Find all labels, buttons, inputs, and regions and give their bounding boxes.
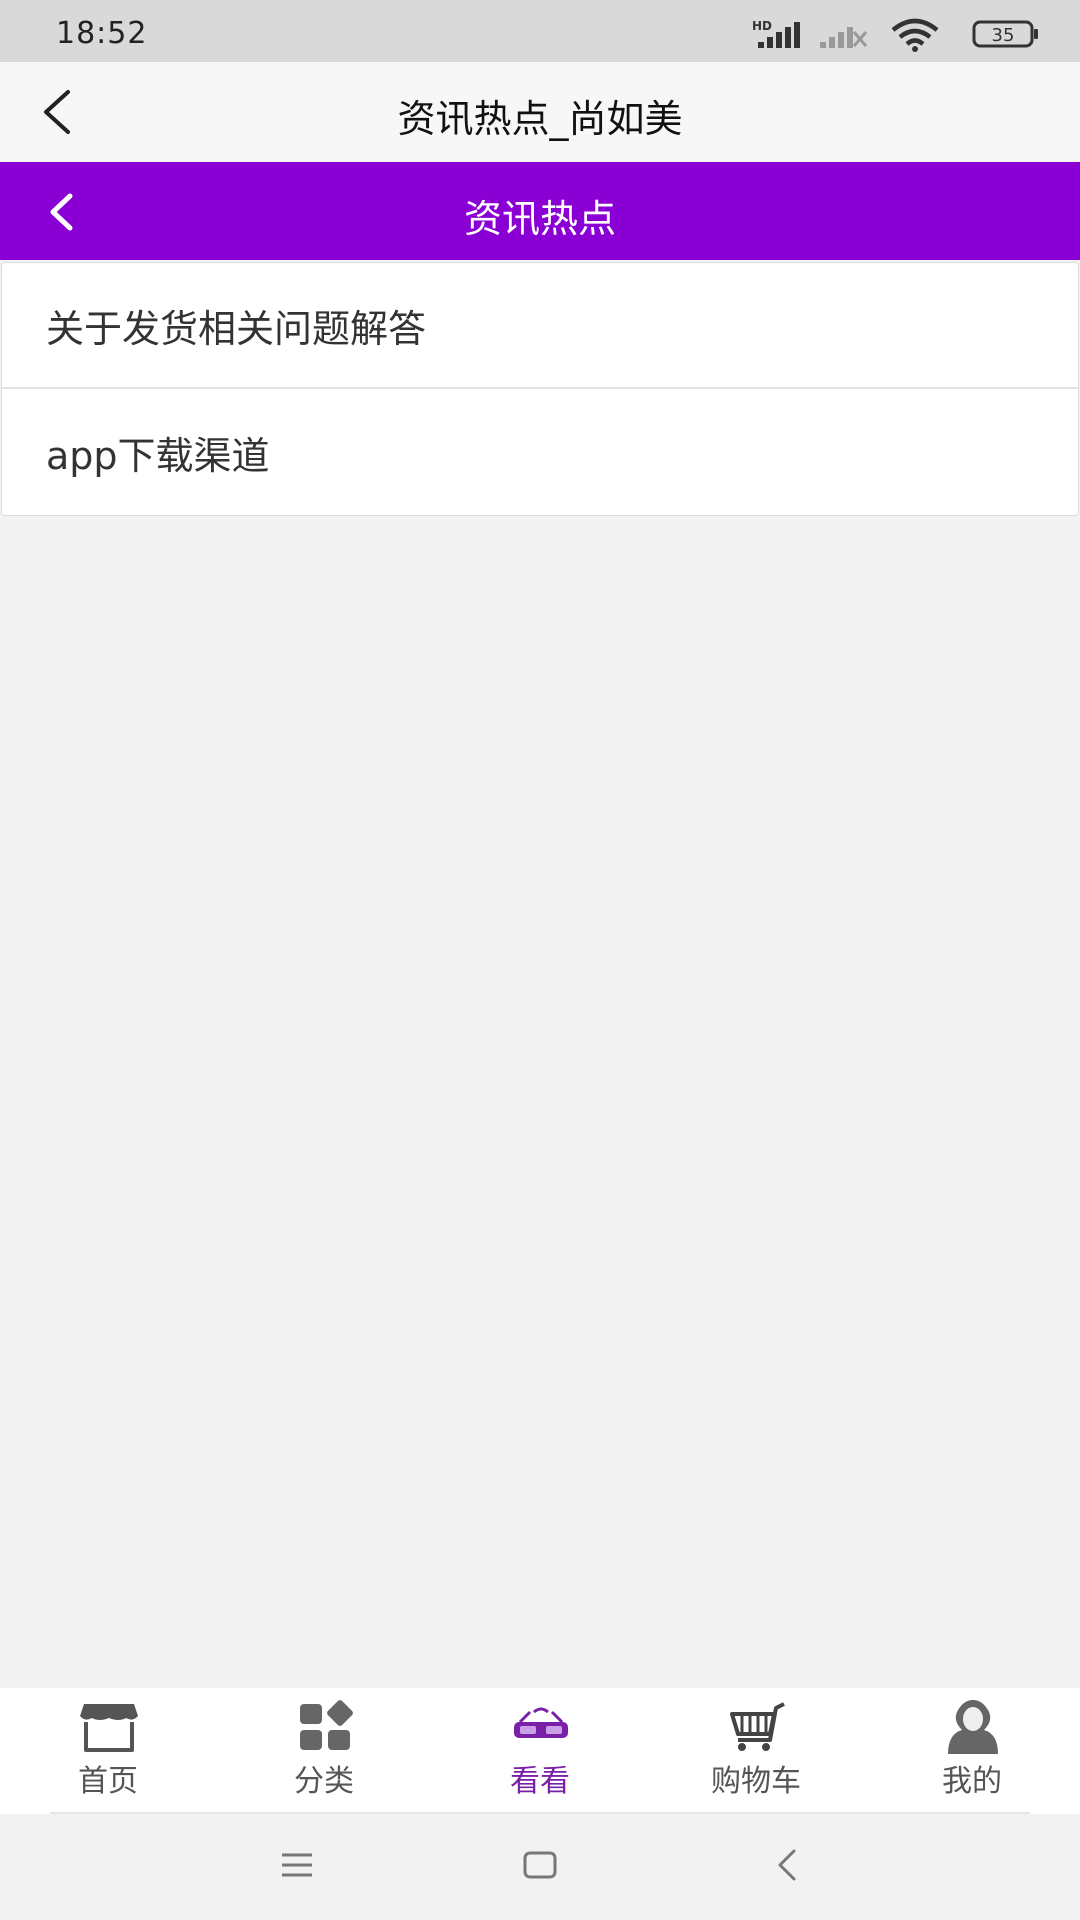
battery-level: 35 <box>992 25 1015 46</box>
system-nav-bar <box>0 1814 1080 1920</box>
wifi-icon <box>891 18 939 52</box>
nav-item-me[interactable]: 我的 <box>864 1688 1080 1814</box>
cart-icon <box>730 1702 785 1751</box>
signal-off-icon <box>820 27 868 48</box>
category-icon <box>300 1700 353 1750</box>
nav-label: 我的 <box>942 1764 1002 1799</box>
bottom-nav: 首页 分类 看看 购物车 我的 <box>0 1688 1080 1814</box>
status-time: 18:52 <box>56 16 148 51</box>
webview-title-bar: 资讯热点_尚如美 <box>0 62 1080 162</box>
home-icon[interactable] <box>522 1848 558 1882</box>
hd-label: HD <box>752 19 772 33</box>
profile-icon <box>948 1700 998 1754</box>
nav-label: 首页 <box>78 1764 138 1799</box>
glasses-icon <box>514 1707 568 1738</box>
news-list: 关于发货相关问题解答 app下载渠道 <box>1 262 1079 516</box>
status-bar: 18:52 HD 35 <box>0 0 1080 62</box>
signal-icon: HD <box>752 19 800 48</box>
nav-label: 分类 <box>294 1764 354 1799</box>
nav-item-look[interactable]: 看看 <box>432 1688 648 1814</box>
nav-label: 购物车 <box>711 1764 801 1799</box>
list-item[interactable]: 关于发货相关问题解答 <box>2 263 1078 389</box>
nav-item-home[interactable]: 首页 <box>0 1688 216 1814</box>
list-item[interactable]: app下载渠道 <box>2 389 1078 515</box>
back-icon[interactable] <box>774 1848 800 1882</box>
page-title: 资讯热点_尚如美 <box>397 97 683 141</box>
shop-icon <box>80 1704 138 1752</box>
menu-icon[interactable] <box>280 1848 314 1882</box>
battery-icon: 35 <box>972 20 1038 48</box>
nav-item-category[interactable]: 分类 <box>216 1688 432 1814</box>
nav-label: 看看 <box>510 1764 570 1799</box>
nav-item-cart[interactable]: 购物车 <box>648 1688 864 1814</box>
section-title: 资讯热点 <box>463 197 616 241</box>
section-header: 资讯热点 <box>0 162 1080 260</box>
